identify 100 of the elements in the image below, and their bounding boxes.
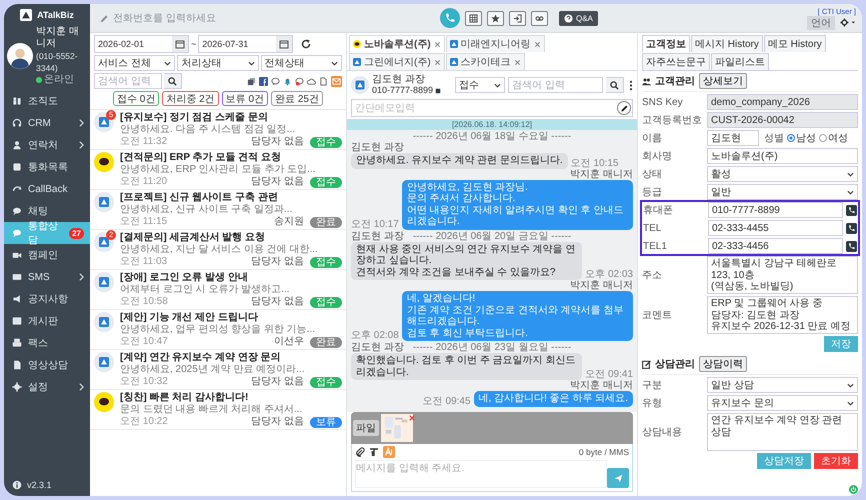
field-label: 휴대폰 xyxy=(643,204,674,217)
panel-tab[interactable]: 자주쓰는문구 xyxy=(642,53,710,70)
filter-select[interactable]: 처리상태 xyxy=(177,55,259,71)
close-icon[interactable] xyxy=(514,58,521,66)
paperclip-icon[interactable] xyxy=(355,447,365,457)
phone-call-button[interactable] xyxy=(846,204,857,216)
status-tag: 접수 xyxy=(310,136,342,148)
select-field[interactable]: 활성 xyxy=(707,166,858,182)
cloud-icon[interactable] xyxy=(307,76,316,86)
phone-field[interactable]: 02-333-4456 xyxy=(708,238,843,254)
filter-select[interactable]: 서비스 전체 xyxy=(94,55,176,71)
field-label: 코멘트 xyxy=(642,309,673,322)
sidebar-item[interactable]: 캠페인 xyxy=(4,244,90,266)
more-icon[interactable] xyxy=(629,80,633,90)
search-field[interactable]: 검색어 입력 xyxy=(94,73,162,89)
sidebar-item[interactable]: 영상상담 xyxy=(4,354,90,376)
panel-tab[interactable]: 고객정보 xyxy=(642,35,690,52)
app-logo-icon xyxy=(94,192,114,212)
panel-tab[interactable]: 파일리스트 xyxy=(711,53,769,70)
refresh-icon[interactable] xyxy=(301,39,312,49)
address-field[interactable]: 서울특별시 강남구 테헤란로 123, 10층 (역삼동, 노바빌딩) xyxy=(707,256,858,294)
consultation-field[interactable]: 연간 유지보수 계약 연장 관련 상담 xyxy=(707,413,858,451)
message-input[interactable]: 메시지를 입력해 주세요. xyxy=(355,460,607,488)
sidebar-item[interactable]: 통화목록 xyxy=(4,156,90,178)
reset-button[interactable]: 초기화 xyxy=(814,453,858,469)
status-count-button[interactable]: 완료 25건 xyxy=(271,91,323,106)
text-field[interactable]: 노바솔루션(주) xyxy=(707,148,858,164)
status-select[interactable]: 접수 xyxy=(455,77,505,93)
phone-call-button[interactable] xyxy=(846,222,857,234)
copy-icon[interactable] xyxy=(435,88,442,94)
text-field[interactable]: demo_company_2026 xyxy=(707,94,858,110)
power-icon[interactable] xyxy=(849,485,858,494)
close-icon[interactable] xyxy=(534,40,541,48)
copy-icon[interactable] xyxy=(247,76,256,86)
bell-icon[interactable] xyxy=(283,76,292,86)
inquiry-item[interactable]: [제안] 기능 개선 제안 드립니다 안녕하세요, 업무 편의성 향상을 위한 기능... 오전 10:47 이선우 완료 xyxy=(90,310,346,350)
remove-icon[interactable] xyxy=(409,415,415,421)
phone-call-button[interactable] xyxy=(846,240,857,252)
sidebar-item[interactable]: CallBack xyxy=(4,178,90,200)
text-size-icon[interactable] xyxy=(369,447,379,457)
details-button[interactable]: 상세보기 xyxy=(699,73,747,89)
phone-field[interactable]: 010-7777-8899 xyxy=(708,202,843,218)
qa-button[interactable]: Q&A xyxy=(559,10,598,26)
status-count-button[interactable]: 처리중 2건 xyxy=(162,91,219,106)
chat-tab[interactable]: 스카이테크 xyxy=(446,53,525,70)
sender-name: 김도현 과장 xyxy=(351,342,404,353)
favorites-button[interactable] xyxy=(487,10,504,26)
inquiry-item[interactable]: [견적문의] ERP 추가 모듈 견적 요청 안녕하세요, ERP 인사관리 모듈 추가 도입... 오전 11:20 담당자 없음 접수 xyxy=(90,150,346,190)
voicemail-button[interactable] xyxy=(531,10,548,26)
sidebar-item[interactable]: 연락처 xyxy=(4,134,90,156)
caret-icon xyxy=(248,60,255,66)
chat-icon[interactable] xyxy=(271,76,280,86)
caret-icon xyxy=(847,400,854,406)
inquiry-item[interactable]: [계약] 연간 유지보수 계약 연장 문의 안녕하세요, 2025년 계약 만료 예정이라... 오전 10:32 담당자 없음 접수 xyxy=(90,350,346,390)
search-button[interactable] xyxy=(164,73,182,89)
search-button[interactable] xyxy=(606,77,624,93)
filter-select[interactable]: 전체상태 xyxy=(260,55,342,71)
chat-icon[interactable] xyxy=(295,76,304,86)
radio-button[interactable] xyxy=(819,134,827,142)
inquiry-item[interactable]: [장애] 로그인 오류 발생 안내 어제부터 로그인 시 오류가 발생하고... 오전 10:58 담당자 없음 접수 xyxy=(90,270,346,310)
start-date-field[interactable]: 2026-02-01 xyxy=(94,35,189,53)
sidebar-item[interactable]: 팩스 xyxy=(4,332,90,354)
sidebar-item[interactable]: SMS xyxy=(4,266,90,288)
document-icon[interactable] xyxy=(319,76,328,86)
login-button[interactable] xyxy=(509,10,526,26)
select-field[interactable]: 유지보수 문의 xyxy=(707,395,858,411)
close-icon[interactable] xyxy=(434,40,441,48)
select-field[interactable]: 일반 상담 xyxy=(707,377,858,393)
radio-button[interactable] xyxy=(787,134,795,142)
language-button[interactable]: 언어 xyxy=(807,16,835,30)
memo-field[interactable]: 간단메모입력 xyxy=(351,99,633,117)
close-icon[interactable] xyxy=(434,58,441,66)
inquiry-item[interactable]: [프로젝트] 신규 웹사이트 구축 관련 안녕하세요, 신규 사이트 구축 일정과... 오전 11:15 송지원 완료 xyxy=(90,190,346,230)
phone-field[interactable]: 02-333-4455 xyxy=(708,220,843,236)
sidebar-item[interactable]: 공지사항 xyxy=(4,288,90,310)
social-icon[interactable] xyxy=(259,76,268,86)
inquiry-item[interactable]: [칭찬] 빠른 처리 감사합니다! 문의 드렸던 내용 빠르게 처리해 주셔서... 오전 10:22 담당자 없음 보류 xyxy=(90,390,346,430)
message-bubble: 확인했습니다. 검토 후 이번 주 금요일까지 회신드리겠습니다. xyxy=(351,353,582,380)
sidebar-item[interactable]: 설정 xyxy=(4,376,90,398)
status-count-button[interactable]: 접수 0건 xyxy=(113,91,160,106)
panel-tab[interactable]: 메모 History xyxy=(764,35,826,52)
chat-tab[interactable]: 노바솔루션(주) xyxy=(349,35,445,52)
grid-button[interactable] xyxy=(465,10,482,26)
comment-field[interactable]: ERP 및 그룹웨어 사용 중 담당자: 김도현 과장 유지보수 2026-12-31 만료 예정 xyxy=(707,296,858,334)
search-field[interactable]: 검색어 입력 xyxy=(508,77,603,93)
sidebar-item[interactable]: 통합상담 27 xyxy=(4,222,90,244)
text-field[interactable]: CUST-2026-00042 xyxy=(707,112,858,128)
sidebar-item[interactable]: 조직도 xyxy=(4,90,90,112)
select-field[interactable]: 일반 xyxy=(707,184,858,200)
sidebar-item[interactable]: 채팅 xyxy=(4,200,90,222)
chat-tab[interactable]: 미래엔지니어링 xyxy=(446,35,545,52)
text-field[interactable]: 김도현 xyxy=(707,130,759,146)
sidebar-item[interactable]: CRM xyxy=(4,112,90,134)
phone-number-field[interactable]: 전화번호를 입력하세요 xyxy=(113,12,293,24)
end-date-field[interactable]: 2026-07-31 xyxy=(198,35,294,53)
panel-tab[interactable]: 메시지 History xyxy=(691,35,763,52)
chat-tab[interactable]: 그린에너지(주) xyxy=(349,53,445,70)
sidebar-item[interactable]: 게시판 xyxy=(4,310,90,332)
status-count-button[interactable]: 보류 0건 xyxy=(222,91,268,106)
history-button[interactable]: 상담이력 xyxy=(699,356,747,372)
